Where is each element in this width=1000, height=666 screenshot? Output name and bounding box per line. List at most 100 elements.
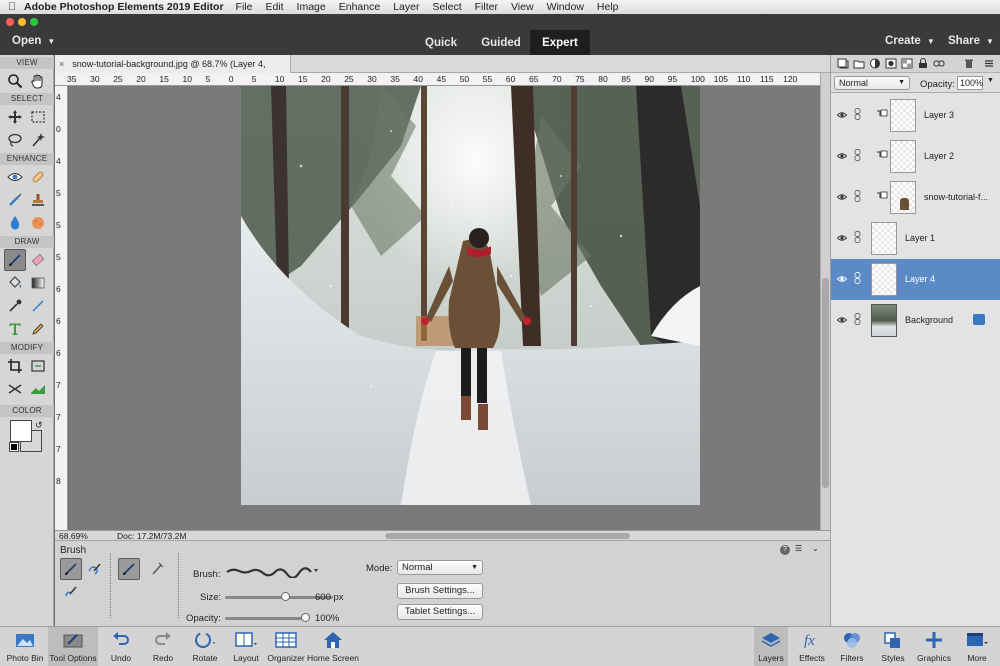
panel-menu-icon[interactable]: ☰	[795, 544, 802, 553]
tablet-settings-button[interactable]: Tablet Settings...	[397, 604, 483, 620]
eyedropper-tool[interactable]	[4, 295, 26, 317]
default-colors-icon[interactable]	[9, 442, 19, 452]
impressionist-brush-button[interactable]	[83, 558, 105, 580]
lasso-tool[interactable]	[4, 129, 26, 151]
swap-colors-icon[interactable]: ↺	[35, 420, 43, 431]
menu-enhance[interactable]: Enhance	[339, 1, 380, 13]
color-replacement-button[interactable]	[60, 581, 82, 603]
layer-name[interactable]: Layer 4	[905, 274, 935, 284]
effects-button[interactable]: fx Effects	[795, 627, 829, 666]
layer-thumbnail[interactable]	[890, 181, 916, 214]
eraser-tool[interactable]	[27, 249, 49, 271]
eye-icon[interactable]	[837, 233, 847, 243]
menu-help[interactable]: Help	[597, 1, 619, 13]
menu-image[interactable]: Image	[297, 1, 326, 13]
delete-layer-icon[interactable]	[963, 58, 975, 69]
pencil-tool[interactable]	[27, 318, 49, 340]
chain-link-icon[interactable]	[854, 149, 861, 161]
layer-name[interactable]: Background	[905, 315, 953, 325]
opacity-slider-knob[interactable]	[301, 613, 310, 622]
spot-healing-tool[interactable]	[27, 166, 49, 188]
quick-selection-tool[interactable]	[27, 129, 49, 151]
more-button[interactable]: More	[960, 627, 994, 666]
photo-bin-button[interactable]: Photo Bin	[4, 627, 46, 666]
type-tool[interactable]	[4, 318, 26, 340]
horizontal-scrollbar-thumb[interactable]	[385, 533, 630, 539]
lock-transparent-icon[interactable]	[901, 58, 913, 69]
graphics-button[interactable]: Graphics	[914, 627, 954, 666]
layer-row[interactable]: Layer 2	[831, 136, 1000, 177]
tab-quick[interactable]: Quick	[410, 30, 472, 55]
layer-thumbnail[interactable]	[871, 263, 897, 296]
menu-edit[interactable]: Edit	[265, 1, 283, 13]
eye-icon[interactable]	[837, 192, 847, 202]
marquee-tool[interactable]	[27, 106, 49, 128]
layer-thumbnail[interactable]	[871, 222, 897, 255]
size-value[interactable]: 600 px	[315, 592, 344, 603]
link-layers-icon[interactable]	[933, 58, 945, 69]
close-icon[interactable]: ×	[59, 59, 64, 69]
brush-tool[interactable]	[4, 249, 26, 271]
share-button[interactable]: Share ▼	[948, 35, 994, 47]
smart-brush-tool[interactable]	[4, 189, 26, 211]
menu-file[interactable]: File	[236, 1, 253, 13]
size-slider-knob[interactable]	[281, 592, 291, 601]
tab-expert[interactable]: Expert	[530, 30, 590, 55]
crop-tool[interactable]	[4, 355, 26, 377]
opacity-value[interactable]: 100%	[315, 613, 339, 624]
move-tool[interactable]	[4, 106, 26, 128]
brush-preset-picker[interactable]	[225, 566, 320, 578]
create-button[interactable]: Create ▼	[885, 35, 935, 47]
open-button[interactable]: Open ▼	[12, 35, 55, 47]
layer-name[interactable]: Layer 1	[905, 233, 935, 243]
red-eye-tool[interactable]	[4, 166, 26, 188]
mode-select[interactable]: Normal ▼	[397, 560, 483, 575]
redo-button[interactable]: Redo	[148, 627, 178, 666]
layer-lock-icon[interactable]	[973, 314, 985, 325]
blur-tool[interactable]	[4, 212, 26, 234]
menu-layer[interactable]: Layer	[393, 1, 419, 13]
vertical-scrollbar[interactable]	[820, 73, 830, 530]
layer-row[interactable]: Layer 4	[831, 259, 1000, 300]
chain-link-icon[interactable]	[854, 313, 861, 325]
new-layer-icon[interactable]	[837, 58, 849, 69]
eye-icon[interactable]	[837, 315, 847, 325]
layout-button[interactable]: Layout	[230, 627, 262, 666]
layer-thumbnail[interactable]	[890, 140, 916, 173]
zoom-tool[interactable]	[4, 70, 26, 92]
add-layer-mask-icon[interactable]	[885, 58, 897, 69]
minimize-window-icon[interactable]	[18, 18, 26, 26]
layer-row[interactable]: Layer 3	[831, 95, 1000, 136]
collapse-icon[interactable]: ⌄	[812, 544, 819, 553]
menu-select[interactable]: Select	[432, 1, 461, 13]
layer-row[interactable]: Layer 1	[831, 218, 1000, 259]
help-icon[interactable]: ?	[780, 545, 790, 555]
opacity-slider[interactable]	[225, 617, 305, 620]
layer-row[interactable]: Background	[831, 300, 1000, 341]
foreground-color-swatch[interactable]	[10, 420, 32, 442]
rotate-button[interactable]: Rotate	[188, 627, 222, 666]
app-name[interactable]: Adobe Photoshop Elements 2019 Editor	[24, 1, 224, 13]
brush-mode-button[interactable]	[60, 558, 82, 580]
menu-window[interactable]: Window	[547, 1, 584, 13]
content-aware-move-tool[interactable]	[4, 378, 26, 400]
layer-name[interactable]: snow-tutorial-f...	[924, 192, 988, 202]
zoom-window-icon[interactable]	[30, 18, 38, 26]
sponge-tool[interactable]	[27, 212, 49, 234]
layer-row[interactable]: snow-tutorial-f...	[831, 177, 1000, 218]
chain-link-icon[interactable]	[854, 190, 861, 202]
undo-button[interactable]: Undo	[106, 627, 136, 666]
document-tab[interactable]: × snow-tutorial-background.jpg @ 68.7% (L…	[55, 55, 291, 87]
close-window-icon[interactable]	[6, 18, 14, 26]
layers-button[interactable]: Layers	[754, 627, 788, 666]
eye-icon[interactable]	[837, 274, 847, 284]
layer-thumbnail[interactable]	[871, 304, 897, 337]
clone-stamp-tool[interactable]	[27, 189, 49, 211]
photo-canvas[interactable]	[241, 86, 700, 505]
blend-mode-select[interactable]: Normal ▼	[834, 76, 910, 90]
tool-options-button[interactable]: Tool Options	[48, 627, 98, 666]
lock-all-icon[interactable]	[917, 58, 929, 69]
layer-opacity-input[interactable]: 100%	[957, 76, 983, 90]
home-screen-button[interactable]: Home Screen	[306, 627, 360, 666]
layer-name[interactable]: Layer 2	[924, 151, 954, 161]
